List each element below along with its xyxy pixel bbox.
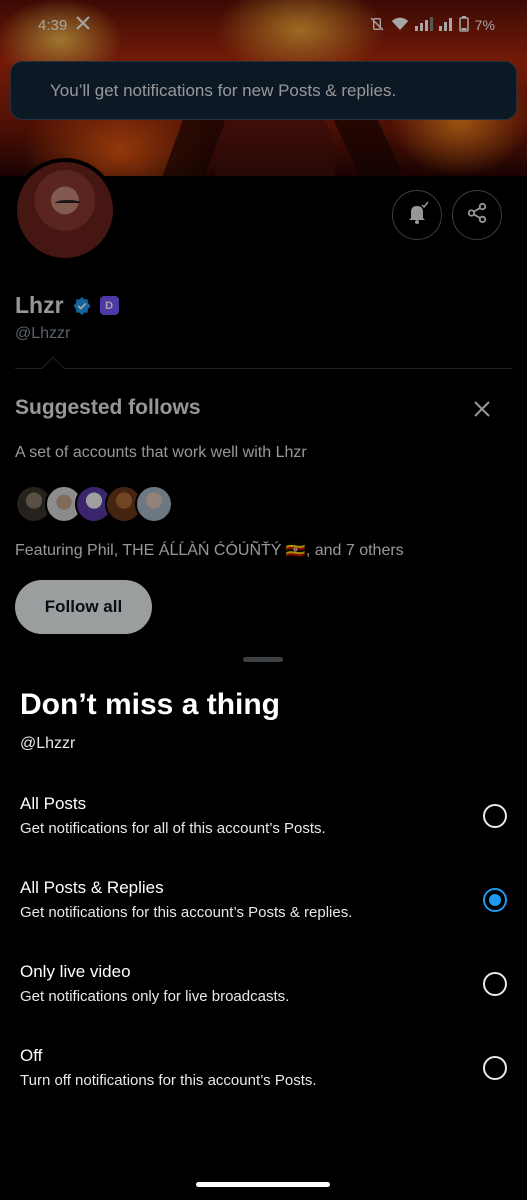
featuring-text: Featuring Phil, THE ÁĹĹÀŃ ĆÓÚÑŤÝ 🇺🇬, and… [15,542,404,559]
option-label: Only live video [20,962,131,981]
share-button[interactable] [452,190,502,240]
sheet-title: Don’t miss a thing [20,688,281,721]
bell-check-icon [405,201,429,230]
status-bar: 4:39 7% [0,0,527,50]
share-icon [466,202,488,229]
battery-percent: 7% [474,17,495,33]
option-label: All Posts & Replies [20,878,164,897]
status-time: 4:39 [38,16,68,34]
x-logo-icon [75,15,91,35]
battery-icon [459,15,469,35]
option-all-posts-replies[interactable]: All Posts & Replies Get notifications fo… [0,878,527,948]
avatar[interactable] [135,485,173,523]
profile-name-row: Lhzr D [15,292,119,319]
notification-settings-sheet: Don’t miss a thing @Lhzzr All Posts Get … [0,647,527,1200]
verified-badge-icon[interactable] [72,296,92,316]
affiliate-badge[interactable]: D [99,296,119,315]
suggested-avatars[interactable] [15,485,173,523]
option-description: Get notifications only for live broadcas… [20,988,290,1005]
option-description: Get notifications for all of this accoun… [20,820,326,837]
close-icon [470,401,494,425]
profile-name: Lhzr [15,292,64,318]
option-description: Turn off notifications for this account’… [20,1072,317,1089]
home-indicator[interactable] [196,1182,330,1187]
signal-icon [438,17,453,34]
divider [15,368,512,369]
suggested-description: A set of accounts that work well with Lh… [15,444,307,461]
wifi-icon [391,16,409,35]
sheet-handle: @Lhzzr [20,735,76,752]
radio-button[interactable] [483,972,507,996]
radio-button[interactable] [483,804,507,828]
suggested-follows-title: Suggested follows [15,396,201,419]
signal-icon [414,16,433,34]
radio-button-selected[interactable] [483,888,507,912]
notification-toast: You’ll get notifications for new Posts &… [10,61,517,120]
divider-notch [41,356,65,380]
option-label: Off [20,1046,43,1065]
close-suggested-button[interactable] [470,397,494,421]
avatar-face [55,200,81,206]
option-label: All Posts [20,794,87,813]
toast-message: You’ll get notifications for new Posts &… [50,80,397,100]
option-live-video[interactable]: Only live video Get notifications only f… [0,962,527,1032]
profile-handle: @Lhzzr [15,325,71,342]
option-description: Get notifications for this account’s Pos… [20,904,353,921]
sheet-grabber[interactable] [243,657,283,662]
radio-button[interactable] [483,1056,507,1080]
avatar[interactable] [13,158,117,262]
option-all-posts[interactable]: All Posts Get notifications for all of t… [0,794,527,864]
follow-all-button[interactable]: Follow all [15,580,152,634]
mute-vibrate-icon [369,16,385,35]
notifications-bell-button[interactable] [392,190,442,240]
option-off[interactable]: Off Turn off notifications for this acco… [0,1046,527,1116]
